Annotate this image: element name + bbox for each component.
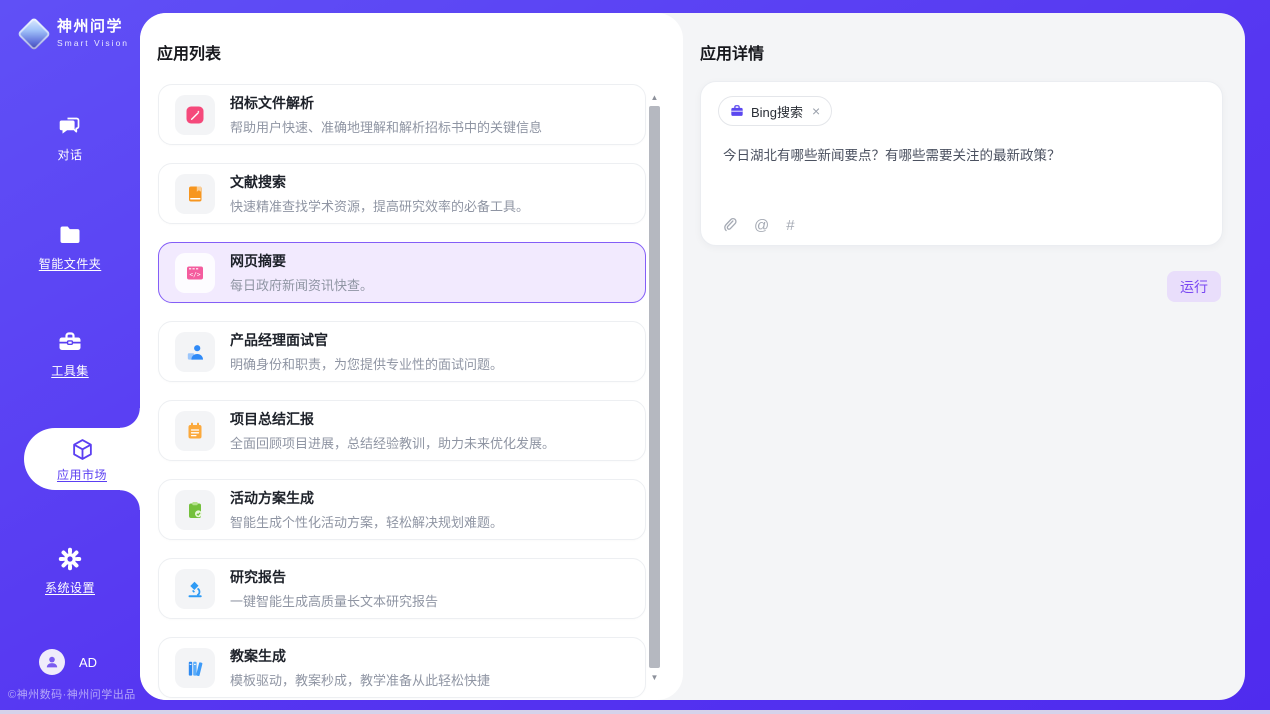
user-account[interactable]: AD <box>39 649 97 675</box>
toolbox-icon <box>0 328 140 355</box>
app-card-project-summary[interactable]: 项目总结汇报 全面回顾项目进展，总结经验教训，助力未来优化发展。 <box>158 400 646 461</box>
app-card-title: 项目总结汇报 <box>230 409 555 429</box>
briefcase-icon <box>730 104 744 118</box>
sidebar: 神州问学 Smart Vision 对话 智能文件夹 <box>0 0 140 710</box>
bottom-edge-strip <box>0 710 1270 714</box>
interviewer-icon <box>175 332 215 372</box>
app-card-desc: 明确身份和职责，为您提供专业性的面试问题。 <box>230 354 503 373</box>
sidebar-item-app-market[interactable]: 应用市场 <box>24 428 140 490</box>
app-detail-title: 应用详情 <box>700 40 764 64</box>
attachment-toolbar: @ # <box>722 217 795 234</box>
scrollbar-thumb[interactable] <box>649 106 660 668</box>
app-card-desc: 帮助用户快速、准确地理解和解析招标书中的关键信息 <box>230 117 542 136</box>
prompt-card: Bing搜索 × 今日湖北有哪些新闻要点？有哪些需要关注的最新政策？ @ # <box>700 81 1223 246</box>
books-icon <box>175 648 215 688</box>
tool-tag-bing-search[interactable]: Bing搜索 × <box>718 96 832 126</box>
app-card-desc: 每日政府新闻资讯快查。 <box>230 275 373 294</box>
app-card-desc: 快速精准查找学术资源，提高研究效率的必备工具。 <box>230 196 529 215</box>
app-card-pm-interviewer[interactable]: 产品经理面试官 明确身份和职责，为您提供专业性的面试问题。 <box>158 321 646 382</box>
microscope-icon <box>175 569 215 609</box>
pen-square-icon <box>175 95 215 135</box>
app-card-desc: 模板驱动，教案秒成，教学准备从此轻松快捷 <box>230 670 490 689</box>
app-list-title: 应用列表 <box>157 40 221 64</box>
user-initials: AD <box>79 655 97 670</box>
avatar <box>39 649 65 675</box>
sidebar-item-label: 工具集 <box>0 362 140 379</box>
app-card-lesson-plan[interactable]: 教案生成 模板驱动，教案秒成，教学准备从此轻松快捷 <box>158 637 646 698</box>
sidebar-item-smart-folder[interactable]: 智能文件夹 <box>0 221 140 272</box>
app-card-title: 研究报告 <box>230 567 438 587</box>
copyright: ©神州数码·神州问学出品 <box>8 686 136 702</box>
brand-logo-icon <box>17 17 51 51</box>
app-card-desc: 一键智能生成高质量长文本研究报告 <box>230 591 438 610</box>
book-icon <box>175 174 215 214</box>
app-card-list: 招标文件解析 帮助用户快速、准确地理解和解析招标书中的关键信息 文献搜索 <box>158 84 646 700</box>
query-text[interactable]: 今日湖北有哪些新闻要点？有哪些需要关注的最新政策？ <box>723 146 1202 166</box>
run-button[interactable]: 运行 <box>1167 271 1221 302</box>
app-card-title: 活动方案生成 <box>230 488 503 508</box>
sidebar-item-chat[interactable]: 对话 <box>0 112 140 163</box>
gear-icon <box>0 545 140 572</box>
sidebar-item-settings[interactable]: 系统设置 <box>0 545 140 596</box>
memo-icon <box>175 411 215 451</box>
sidebar-item-label: 智能文件夹 <box>0 255 140 272</box>
app-card-literature-search[interactable]: 文献搜索 快速精准查找学术资源，提高研究效率的必备工具。 <box>158 163 646 224</box>
tool-tag-label: Bing搜索 <box>751 102 803 121</box>
tag-close-icon[interactable]: × <box>812 103 820 119</box>
mention-icon[interactable]: @ <box>754 218 769 234</box>
app-card-research-report[interactable]: 研究报告 一键智能生成高质量长文本研究报告 <box>158 558 646 619</box>
sidebar-item-label: 系统设置 <box>0 579 140 596</box>
app-card-title: 招标文件解析 <box>230 93 542 113</box>
app-card-title: 教案生成 <box>230 646 490 666</box>
scrollbar: ▲ ▼ <box>648 93 661 683</box>
sidebar-item-label: 对话 <box>0 146 140 163</box>
app-card-title: 网页摘要 <box>230 251 373 271</box>
clipboard-check-icon <box>175 490 215 530</box>
brand-name: 神州问学 <box>57 15 129 36</box>
paperclip-icon[interactable] <box>722 217 737 234</box>
app-card-title: 产品经理面试官 <box>230 330 503 350</box>
scroll-up-icon[interactable]: ▲ <box>648 93 661 103</box>
app-card-bid-analysis[interactable]: 招标文件解析 帮助用户快速、准确地理解和解析招标书中的关键信息 <box>158 84 646 145</box>
brand-logo: 神州问学 Smart Vision <box>18 15 129 48</box>
scroll-down-icon[interactable]: ▼ <box>648 673 661 683</box>
app-list-panel: 应用列表 招标文件解析 帮助用户快速、准确地理解和解析招标书中的关键信息 <box>140 13 683 700</box>
hash-icon[interactable]: # <box>786 218 794 234</box>
app-card-desc: 全面回顾项目进展，总结经验教训，助力未来优化发展。 <box>230 433 555 452</box>
app-card-web-summary[interactable]: </> 网页摘要 每日政府新闻资讯快查。 <box>158 242 646 303</box>
app-card-activity-plan[interactable]: 活动方案生成 智能生成个性化活动方案，轻松解决规划难题。 <box>158 479 646 540</box>
brand-subtitle: Smart Vision <box>57 38 129 48</box>
sidebar-item-toolset[interactable]: 工具集 <box>0 328 140 379</box>
app-card-title: 文献搜索 <box>230 172 529 192</box>
app-card-desc: 智能生成个性化活动方案，轻松解决规划难题。 <box>230 512 503 531</box>
app-detail-panel: 应用详情 Bing搜索 × 今日湖北有哪些新闻要点？有哪些需要关注的最新政策？ <box>683 13 1245 700</box>
main-area: 应用列表 招标文件解析 帮助用户快速、准确地理解和解析招标书中的关键信息 <box>140 13 1245 700</box>
folder-icon <box>0 221 140 248</box>
cube-icon <box>24 436 140 463</box>
svg-text:</>: </> <box>189 271 200 278</box>
chat-icon <box>0 112 140 139</box>
webpage-code-icon: </> <box>175 253 215 293</box>
sidebar-item-label: 应用市场 <box>24 466 140 483</box>
person-icon <box>44 654 60 670</box>
